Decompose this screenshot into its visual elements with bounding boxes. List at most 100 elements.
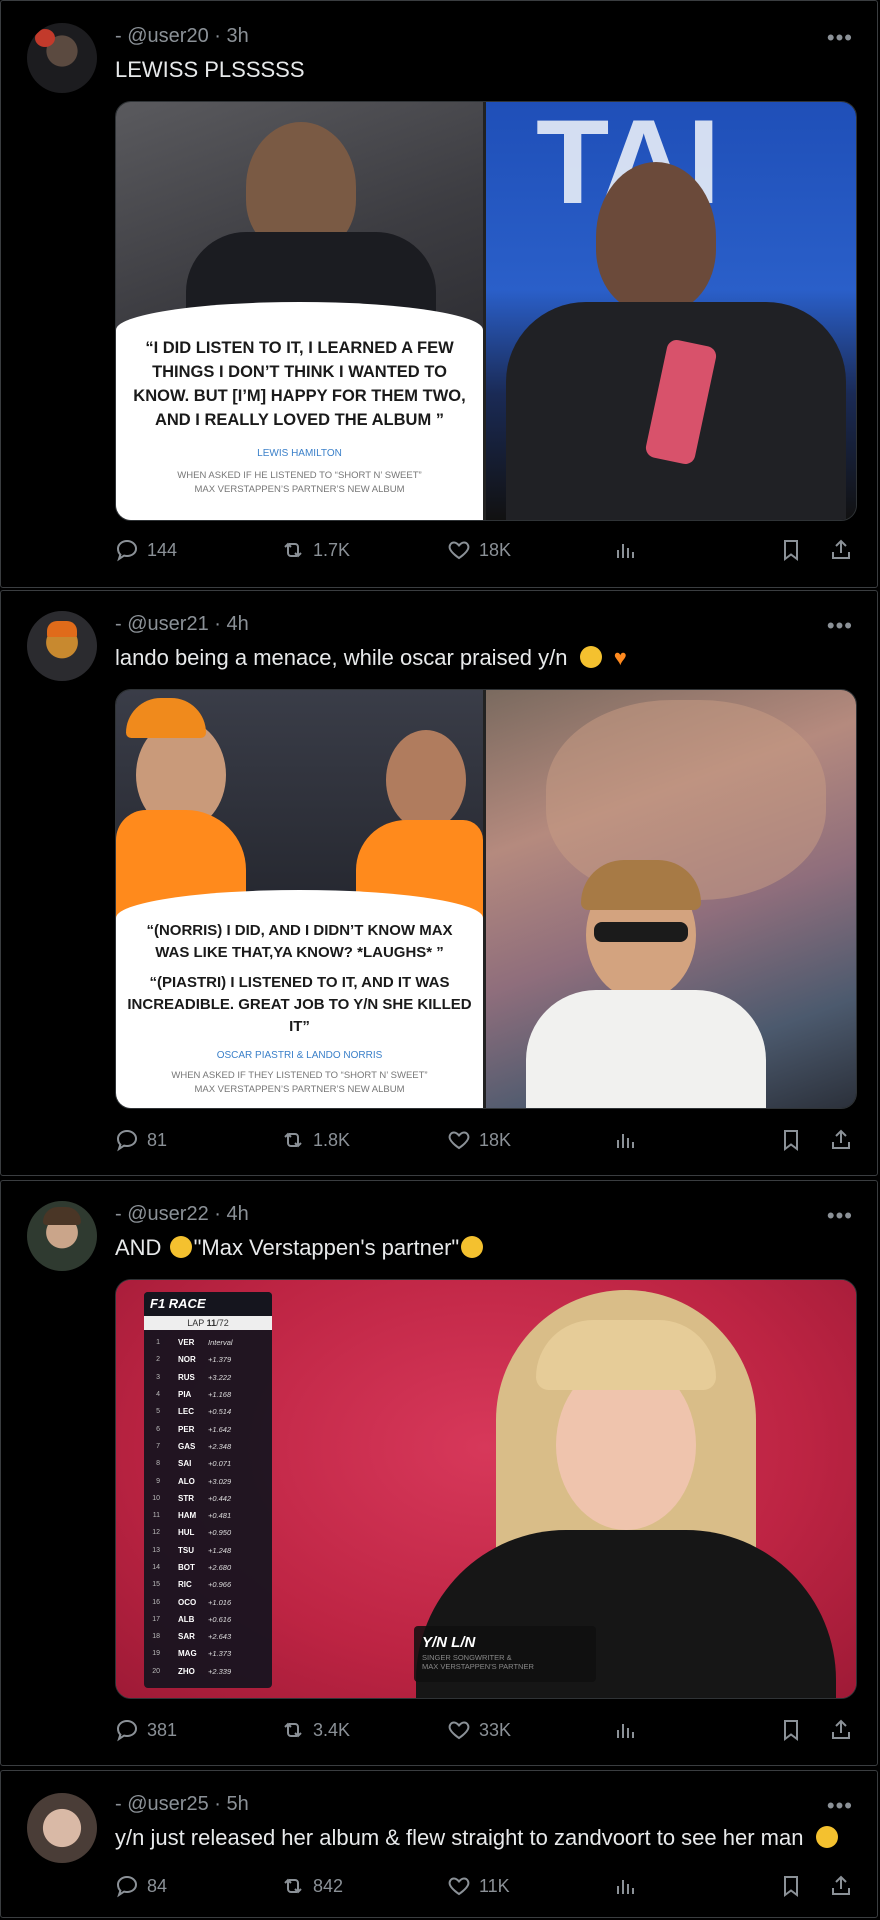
- username[interactable]: @user21: [127, 613, 208, 635]
- tower-gap: +1.379: [208, 1355, 232, 1365]
- share-button[interactable]: [829, 1718, 853, 1742]
- post-text-content: "Max Verstappen's partner": [193, 1235, 460, 1260]
- share-icon: [832, 539, 850, 559]
- repost-icon: [284, 1132, 302, 1148]
- reply-button[interactable]: 144: [115, 538, 177, 562]
- post-media[interactable]: F1 RACE LAP 11/72 1 VER Interval 2 NOR +1.379…: [115, 1279, 857, 1699]
- action-bar: 81 1.8K 18K: [115, 1128, 855, 1158]
- post-card[interactable]: - @user21 · 4h ••• lando being a menace,…: [0, 590, 878, 1176]
- tower-position: 2: [156, 1356, 160, 1364]
- sunglasses-shape: [594, 922, 688, 942]
- quote-context: WHEN ASKED IF HE LISTENED TO “SHORT N’ S…: [177, 470, 422, 481]
- tower-gap: +1.248: [208, 1545, 232, 1555]
- tower-driver: ALB: [178, 1614, 195, 1624]
- tower-position: 5: [156, 1408, 160, 1416]
- tower-position: 20: [152, 1667, 160, 1675]
- lower-third-line: SINGER SONGWRITER &: [422, 1653, 512, 1662]
- post-card[interactable]: - @user22 · 4h ••• AND "Max Verstappen's…: [0, 1180, 878, 1766]
- timestamp[interactable]: 3h: [227, 25, 249, 47]
- action-bar: 84 842 11K: [115, 1874, 855, 1904]
- reply-button[interactable]: 381: [115, 1718, 177, 1742]
- quote-source: OSCAR PIASTRI & LANDO NORRIS: [216, 1050, 383, 1061]
- avatar[interactable]: [27, 1201, 97, 1271]
- tower-position: 10: [152, 1494, 160, 1502]
- bookmark-icon: [784, 540, 798, 561]
- tower-driver: ALO: [178, 1476, 195, 1486]
- bookmark-button[interactable]: [779, 1718, 803, 1742]
- more-icon[interactable]: •••: [827, 1203, 853, 1229]
- post-media[interactable]: “I DID LISTEN TO IT, I LEARNED A FEW THI…: [115, 101, 857, 521]
- tower-gap: +1.168: [208, 1390, 232, 1400]
- username[interactable]: @user20: [127, 25, 208, 47]
- tower-row: 13 TSU +1.248: [144, 1542, 272, 1559]
- views-button[interactable]: [613, 1874, 637, 1898]
- post-text: LEWISS PLSSSSS: [115, 57, 305, 82]
- views-button[interactable]: [613, 538, 637, 562]
- tower-position: 14: [152, 1564, 160, 1571]
- action-bar: 381 3.4K 33K: [115, 1718, 855, 1748]
- more-icon[interactable]: •••: [827, 1793, 853, 1819]
- tower-row: 20 ZHO +2.339: [144, 1663, 272, 1680]
- share-button[interactable]: [829, 1874, 853, 1898]
- reply-count: 81: [147, 1129, 168, 1150]
- timestamp[interactable]: 4h: [227, 613, 249, 635]
- tower-row: 18 SAR +2.643: [144, 1628, 272, 1645]
- reply-icon: [116, 539, 138, 562]
- avatar[interactable]: [27, 611, 97, 681]
- tower-brand: F1 RACE: [144, 1292, 272, 1316]
- tower-gap: +1.642: [208, 1424, 232, 1434]
- bookmark-button[interactable]: [779, 1128, 803, 1152]
- tower-driver: BOT: [178, 1563, 195, 1572]
- username[interactable]: @user22: [127, 1203, 208, 1225]
- timestamp[interactable]: 5h: [227, 1793, 249, 1815]
- bookmark-button[interactable]: [779, 1874, 803, 1898]
- like-button[interactable]: 18K: [447, 538, 511, 562]
- more-icon[interactable]: •••: [827, 25, 853, 51]
- reply-button[interactable]: 81: [115, 1128, 167, 1152]
- dash: -: [115, 1793, 122, 1815]
- timestamp[interactable]: 4h: [227, 1203, 249, 1225]
- share-button[interactable]: [829, 538, 853, 562]
- tower-row: 17 ALB +0.616: [144, 1611, 272, 1628]
- tower-driver: SAI: [178, 1459, 192, 1469]
- like-button[interactable]: 33K: [447, 1718, 511, 1742]
- tower-row: 2 NOR +1.379: [144, 1351, 272, 1368]
- more-icon[interactable]: •••: [827, 613, 853, 639]
- quote-line: “I DID LISTEN TO IT, I LEARNED A FEW: [145, 339, 454, 357]
- repost-button[interactable]: 1.7K: [281, 538, 350, 562]
- bookmark-button[interactable]: [779, 538, 803, 562]
- tower-driver: OCO: [178, 1597, 197, 1607]
- repost-button[interactable]: 3.4K: [281, 1718, 350, 1742]
- orange-heart-icon: ♥: [613, 645, 627, 670]
- post-card[interactable]: - @user25 · 5h ••• y/n just released her…: [0, 1770, 878, 1918]
- action-bar: 144 1.7K 18K: [115, 538, 855, 568]
- post-media[interactable]: “(NORRIS) I DID, AND I DIDN’T KNOW MAX W…: [115, 689, 857, 1109]
- like-button[interactable]: 18K: [447, 1128, 511, 1152]
- share-button[interactable]: [829, 1128, 853, 1152]
- tower-position: 18: [152, 1633, 160, 1641]
- quote-source: LEWIS HAMILTON: [257, 448, 342, 459]
- reply-button[interactable]: 84: [115, 1874, 167, 1898]
- crying-face-icon: [461, 1236, 484, 1258]
- tower-position: 6: [156, 1425, 160, 1433]
- post-card[interactable]: - @user20 · 3h ••• LEWISS PLSSSSS “I DID…: [0, 0, 878, 588]
- avatar[interactable]: [27, 1793, 97, 1863]
- username[interactable]: @user25: [127, 1793, 208, 1815]
- repost-button[interactable]: 842: [281, 1874, 343, 1898]
- tower-row: 11 HAM +0.481: [144, 1507, 272, 1524]
- repost-button[interactable]: 1.8K: [281, 1128, 350, 1152]
- tower-gap: +2.348: [208, 1441, 232, 1451]
- chart-icon: [617, 1724, 634, 1738]
- views-button[interactable]: [613, 1718, 637, 1742]
- like-button[interactable]: 11K: [447, 1874, 510, 1898]
- quote-context: WHEN ASKED IF THEY LISTENED TO “SHORT N’…: [171, 1070, 428, 1081]
- post-text-content: lando being a menace, while oscar praise…: [115, 645, 568, 670]
- repost-icon: [284, 1878, 302, 1894]
- tower-position: 8: [156, 1460, 160, 1468]
- views-button[interactable]: [613, 1128, 637, 1152]
- separator: ·: [214, 613, 221, 635]
- heart-icon: [448, 1721, 470, 1740]
- share-icon: [832, 1875, 850, 1895]
- avatar[interactable]: [27, 23, 97, 93]
- tower-row: 9 ALO +3.029: [144, 1472, 272, 1489]
